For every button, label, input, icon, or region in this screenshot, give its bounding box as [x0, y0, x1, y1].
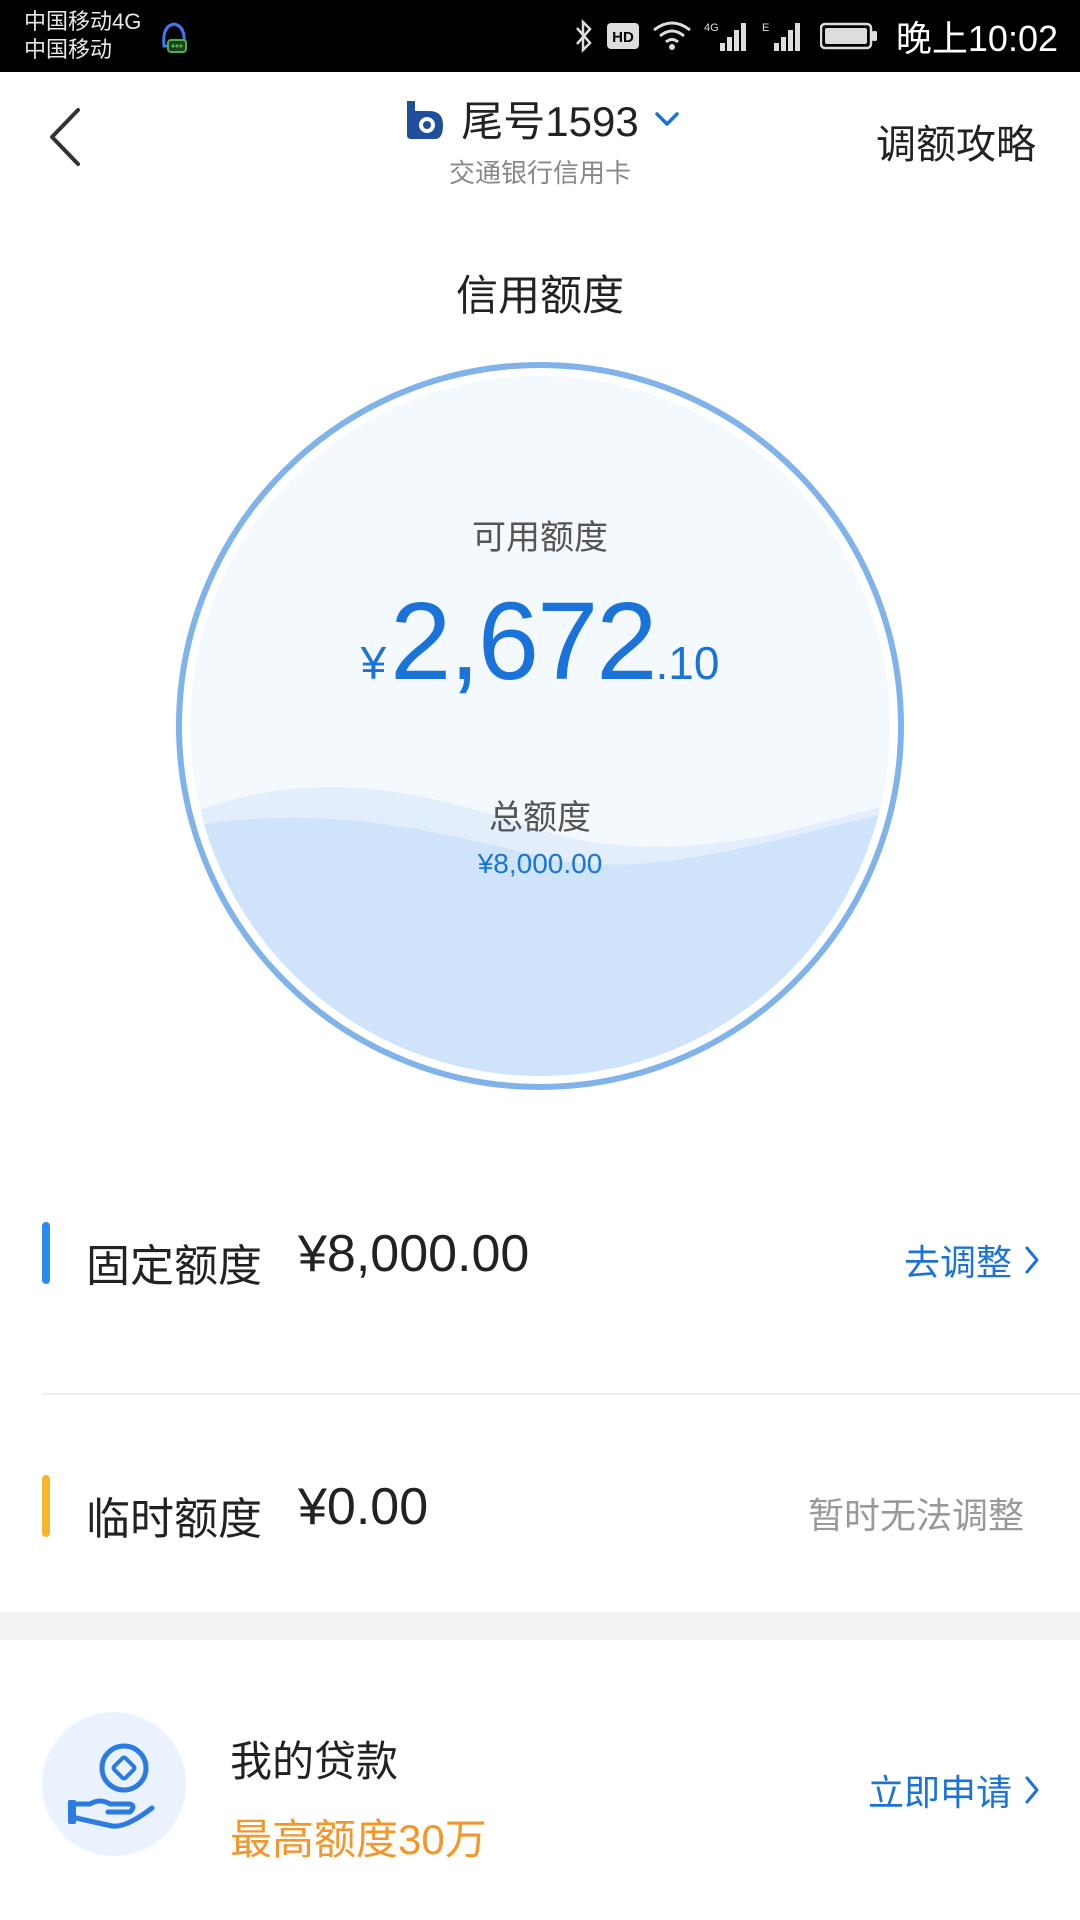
row-divider [42, 1393, 1080, 1395]
hd-icon: HD [606, 23, 639, 49]
fixed-credit-bar [42, 1222, 50, 1284]
svg-text:E: E [762, 22, 769, 34]
svg-text:4G: 4G [704, 22, 719, 34]
loan-icon-badge [42, 1712, 186, 1856]
temporary-credit-row: 临时额度 ¥0.00 暂时无法调整 [0, 1455, 1080, 1555]
available-credit-amount: ¥2,672.10 [174, 578, 906, 705]
chat-bot-icon [162, 22, 187, 53]
nav-header: 尾号1593 交通银行信用卡 调额攻略 [0, 72, 1080, 202]
fixed-credit-value: ¥8,000.00 [298, 1225, 530, 1283]
carrier-info: 中国移动4G 中国移动 [24, 8, 141, 64]
chevron-right-icon [1025, 1246, 1039, 1274]
card-title: 尾号1593 [461, 98, 639, 145]
carrier-line-1: 中国移动4G [24, 9, 142, 34]
credit-gauge: 可用额度 ¥2,672.10 总额度 ¥8,000.00 [174, 360, 906, 1092]
fixed-credit-label: 固定额度 [86, 1242, 262, 1291]
temporary-credit-value: ¥0.00 [298, 1478, 429, 1536]
svg-text:HD: HD [612, 29, 634, 46]
temporary-credit-status: 暂时无法调整 [807, 1495, 1024, 1536]
available-amount-decimal: .10 [655, 637, 720, 689]
total-credit-label: 总额度 [489, 799, 591, 837]
available-credit-label: 可用额度 [472, 519, 608, 557]
status-bar: 中国移动4G 中国移动 HD 4G E 晚上10:02 [0, 0, 1080, 72]
apply-loan-label: 立即申请 [867, 1772, 1012, 1813]
loan-max-amount: 最高额度30万 [230, 1816, 487, 1863]
apply-loan-link[interactable]: 立即申请 [868, 1764, 1040, 1816]
signal-e-icon: E [762, 22, 800, 51]
fixed-credit-row: 固定额度 ¥8,000.00 去调整 [0, 1202, 1080, 1302]
available-amount-integer: 2,672 [390, 580, 657, 703]
temporary-credit-bar [42, 1475, 50, 1537]
loan-title: 我的贷款 [230, 1738, 399, 1785]
section-separator [0, 1612, 1080, 1640]
total-credit-amount: ¥8,000.00 [477, 848, 603, 879]
signal-4g-icon: 4G [704, 22, 746, 51]
loan-hand-coin-icon [68, 1743, 155, 1829]
bocom-logo-icon [407, 100, 444, 139]
currency-symbol: ¥ [360, 637, 387, 689]
chevron-down-icon[interactable] [653, 109, 681, 129]
carrier-line-2: 中国移动 [24, 37, 113, 62]
wifi-icon [652, 21, 691, 50]
chevron-right-icon [1025, 1776, 1039, 1804]
adjust-fixed-credit-link[interactable]: 去调整 [904, 1234, 1040, 1286]
credit-section-title: 信用额度 [455, 272, 624, 319]
battery-icon [819, 22, 877, 50]
temporary-credit-label: 临时额度 [86, 1495, 262, 1544]
bluetooth-icon [575, 19, 592, 53]
adjust-fixed-credit-label: 去调整 [903, 1242, 1012, 1283]
adjust-tips-link[interactable]: 调额攻略 [876, 112, 1036, 170]
clock: 晚上10:02 [895, 18, 1058, 59]
gauge-circle [176, 362, 904, 1090]
